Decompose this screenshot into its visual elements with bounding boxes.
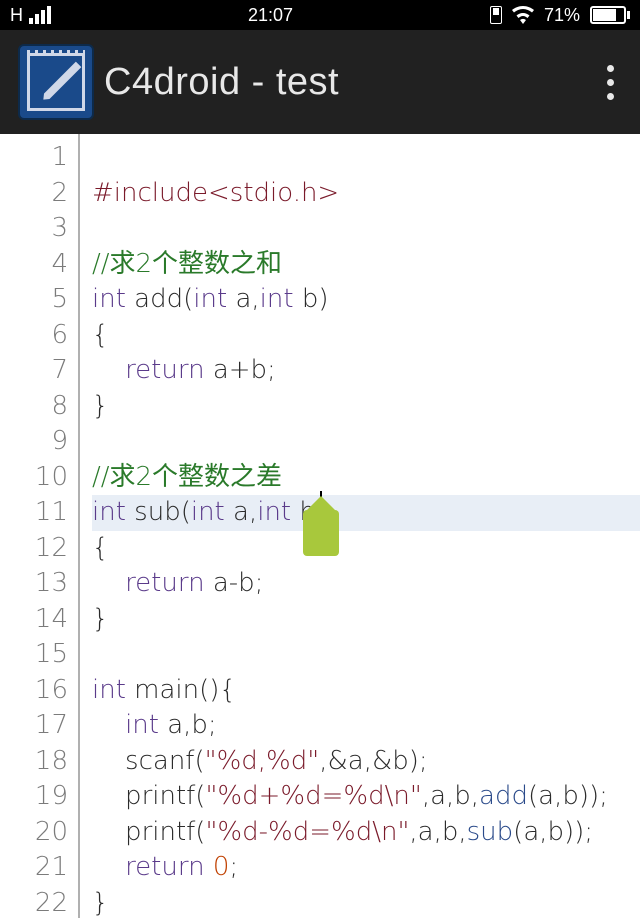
line-number: 5 <box>0 282 68 318</box>
code-line[interactable]: } <box>92 886 640 921</box>
line-number: 9 <box>0 424 68 460</box>
code-line[interactable]: #include<stdio.h> <box>92 176 640 212</box>
code-line[interactable] <box>92 637 640 673</box>
line-number: 3 <box>0 211 68 247</box>
line-number: 8 <box>0 389 68 425</box>
line-number: 12 <box>0 531 68 567</box>
code-line[interactable]: //求2个整数之和 <box>92 247 640 283</box>
status-right: 71% <box>490 5 630 26</box>
line-number: 10 <box>0 460 68 496</box>
line-number: 2 <box>0 176 68 212</box>
code-line[interactable]: printf("%d+%d=%d\n",a,b,add(a,b)); <box>92 779 640 815</box>
code-area[interactable]: #include<stdio.h> //求2个整数之和int add(int a,… <box>80 134 640 918</box>
line-number: 15 <box>0 637 68 673</box>
line-number: 13 <box>0 566 68 602</box>
cursor-handle[interactable] <box>303 510 339 556</box>
line-number-gutter: 12345678910111213141516171819202122 <box>0 134 80 918</box>
app-logo-icon <box>18 44 94 120</box>
code-line[interactable] <box>92 140 640 176</box>
line-number: 1 <box>0 140 68 176</box>
app-title: C4droid - test <box>104 61 580 104</box>
status-left: H <box>10 5 51 26</box>
charging-icon <box>490 6 502 24</box>
line-number: 16 <box>0 673 68 709</box>
battery-icon <box>590 6 630 24</box>
line-number: 14 <box>0 602 68 638</box>
code-line[interactable]: int main(){ <box>92 673 640 709</box>
line-number: 6 <box>0 318 68 354</box>
line-number: 4 <box>0 247 68 283</box>
app-bar: C4droid - test <box>0 30 640 134</box>
code-line[interactable]: int a,b; <box>92 708 640 744</box>
code-line[interactable]: int sub(int a,int b) <box>92 495 640 531</box>
code-line[interactable]: //求2个整数之差 <box>92 460 640 496</box>
signal-icon <box>29 6 51 24</box>
line-number: 17 <box>0 708 68 744</box>
network-type: H <box>10 5 23 26</box>
code-line[interactable]: } <box>92 602 640 638</box>
code-line[interactable]: } <box>92 389 640 425</box>
line-number: 7 <box>0 353 68 389</box>
code-editor[interactable]: 12345678910111213141516171819202122 #inc… <box>0 134 640 918</box>
status-bar: H 21:07 71% <box>0 0 640 30</box>
code-line[interactable]: return a+b; <box>92 353 640 389</box>
code-line[interactable]: printf("%d-%d=%d\n",a,b,sub(a,b)); <box>92 815 640 851</box>
status-time: 21:07 <box>248 5 293 26</box>
line-number: 20 <box>0 815 68 851</box>
code-line[interactable]: scanf("%d,%d",&a,&b); <box>92 744 640 780</box>
battery-percent: 71% <box>544 5 580 26</box>
line-number: 18 <box>0 744 68 780</box>
overflow-menu-button[interactable] <box>580 30 640 134</box>
line-number: 19 <box>0 779 68 815</box>
code-line[interactable]: int add(int a,int b) <box>92 282 640 318</box>
code-line[interactable]: { <box>92 531 640 567</box>
code-line[interactable]: { <box>92 318 640 354</box>
line-number: 11 <box>0 495 68 531</box>
line-number: 22 <box>0 886 68 921</box>
line-number: 21 <box>0 850 68 886</box>
code-line[interactable]: return a-b; <box>92 566 640 602</box>
wifi-icon <box>512 6 534 24</box>
code-line[interactable]: return 0; <box>92 850 640 886</box>
code-line[interactable] <box>92 424 640 460</box>
code-line[interactable] <box>92 211 640 247</box>
